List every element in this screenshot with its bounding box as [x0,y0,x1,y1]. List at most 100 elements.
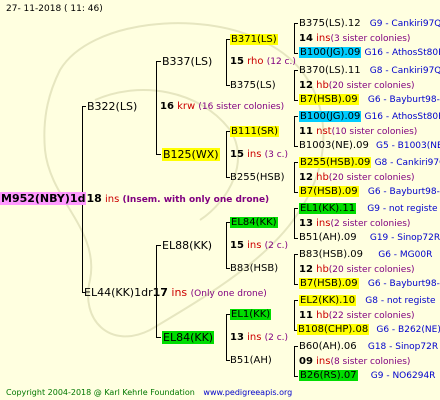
gen3-b83-name[interactable]: B83(HSB) [230,263,278,274]
gen4-name[interactable]: B255(HSB).09 [299,157,372,168]
gen4-name[interactable]: B60(AH).06 [299,341,357,352]
gen4-row: B51(AH).09 G19 - Sinop72R [299,231,440,245]
gen4-row: B100(JG).09 G16 - AthosSt80R [299,110,440,124]
connector-line [294,162,295,192]
connector-line [294,23,295,53]
gen3-el84-name[interactable]: EL84(KK) [230,217,278,228]
gen4-row: B60(AH).06 G18 - Sinop72R [299,340,438,354]
footer: Copyright 2004-2018 @ Karl Kehrle Founda… [6,386,292,399]
gen4-row: 12 hb(20 sister colonies) [299,171,415,185]
gen4-name[interactable]: EL1(KK).11 [299,203,357,214]
connector-line [294,300,298,301]
gen4-name[interactable]: B100(JG).09 [299,47,362,58]
connector-line [294,146,298,147]
gen3-b255-name[interactable]: B255(HSB) [230,172,284,183]
connector-line [294,192,298,193]
connector-line [294,70,295,100]
gen4-note: (10 sister colonies) [331,127,418,137]
gen2-b337-note: (12 c.) [266,57,296,67]
gen4-note: (20 sister colonies) [328,81,415,91]
connector-line [294,346,295,376]
gen2-b337-number: 15 [230,56,244,67]
gen2-el84-name[interactable]: EL84(KK) [162,331,215,344]
connector-line [226,131,227,177]
gen4-name[interactable]: B100(JG).09 [299,111,362,122]
gen4-name[interactable]: B375(LS).12 [299,18,361,29]
gen4-row: B255(HSB).09 G8 - Cankiri97Q [299,156,440,170]
gen4-name[interactable]: B370(LS).11 [299,65,361,76]
gen1-el44: EL44(KK)1dr17 ins (Only one drone) [84,286,267,301]
gen3-b375-name[interactable]: B375(LS) [230,80,276,91]
gen4-info: G6 - MG00R [378,250,433,260]
gen4-row: EL2(KK).10 G8 - not registe [299,294,436,308]
gen2-b125-name[interactable]: B125(WX) [162,148,220,161]
connector-line [294,70,298,71]
root-queen[interactable]: M952(NBY)1d [0,192,87,205]
gen4-row: B1003(NE).09 G5 - B1003(NE) [299,139,440,153]
gen4-info: G5 - B1003(NE) [376,141,440,151]
gen2-b337[interactable]: B337(LS) [162,55,212,68]
gen4-number: 09 [299,356,313,367]
gen2-el84-suffix: ins [247,332,262,343]
gen2-el88[interactable]: EL88(KK) [162,239,212,252]
date-text: 27- 11-2018 ( 11: 46) [6,4,103,14]
gen4-row: 13 ins(2 sister colonies) [299,217,410,231]
gen4-name[interactable]: B83(HSB).09 [299,249,363,260]
gen1-b322[interactable]: B322(LS) [87,100,137,113]
gen2-el84-info: 13 ins (2 c.) [230,331,288,345]
gen3-b51-name[interactable]: B51(AH) [230,355,272,366]
connector-line [294,116,298,117]
gen4-row: B7(HSB).09 G6 - Bayburt98-3 [299,185,440,199]
gen4-row: B7(HSB).09 G6 - Bayburt98-3 [299,277,440,291]
gen4-name[interactable]: B108(CHP).08 [297,324,370,335]
gen4-suffix: ins [316,218,331,229]
gen3-el84: EL84(KK) [230,216,278,229]
gen4-note: (2 sister colonies) [330,219,411,229]
gen4-row: 12 hb(20 sister colonies) [299,79,415,93]
gen3-b371: B371(LS) [230,33,278,46]
gen4-name[interactable]: B51(AH).09 [299,232,357,243]
gen4-name[interactable]: B7(HSB).09 [299,186,359,197]
gen3-b255: B255(HSB) [230,171,284,184]
gen2-el84-number: 13 [230,332,244,343]
connector-line [82,106,86,107]
gen2-el88-note: (2 c.) [264,241,289,251]
gen4-row: 11 nst(10 sister colonies) [299,125,417,139]
connector-line [226,39,227,85]
connector-line [226,222,227,268]
gen4-name[interactable]: B1003(NE).09 [299,140,369,151]
gen4-row: B100(JG).09 G16 - AthosSt80R [299,46,440,60]
gen4-info: G9 - Cankiri97Q [369,19,440,29]
gen4-info: G6 - Bayburt98-3 [367,279,440,289]
gen4-note: (8 sister colonies) [330,357,411,367]
connector-line [294,254,295,284]
root-ins: ins [104,194,120,205]
gen3-b371-name[interactable]: B371(LS) [230,34,278,45]
gen2-el84: EL84(KK) [162,331,215,344]
gen4-info: G6 - B262(NE) [376,325,440,335]
gen4-name[interactable]: B7(HSB).09 [299,278,359,289]
gen1-b322-number: 16 [160,101,174,112]
gen3-el1-name[interactable]: EL1(KK) [230,309,272,320]
gen4-name[interactable]: EL2(KK).10 [299,295,357,306]
gen4-number: 13 [299,218,313,229]
gen4-info: G6 - Bayburt98-3 [367,95,440,105]
gen4-name[interactable]: B7(HSB).09 [299,94,359,105]
gen4-row: B108(CHP).08 G6 - B262(NE) [297,323,440,337]
root-queen-row: M952(NBY)1d18 ins (Insem. with only one … [0,192,269,207]
gen3-b111-name[interactable]: B111(SR) [230,126,280,137]
connector-line [294,23,298,24]
connector-line [294,254,298,255]
website-link[interactable]: www.pedigreeapis.org [203,388,292,397]
pedigree-canvas: 27- 11-2018 ( 11: 46) M952(NBY)1d18 ins … [0,0,440,400]
connector-line [294,238,298,239]
gen4-info: G9 - not registe [367,204,438,214]
gen2-el84-note: (2 c.) [264,333,289,343]
gen3-b51: B51(AH) [230,354,272,367]
gen4-name[interactable]: B26(RS).07 [299,370,358,381]
connector-line [294,53,298,54]
gen1-el44-name[interactable]: EL44(KK)1dr [84,286,153,299]
connector-line [226,314,227,360]
connector-line [294,116,295,146]
gen3-b83: B83(HSB) [230,262,278,275]
